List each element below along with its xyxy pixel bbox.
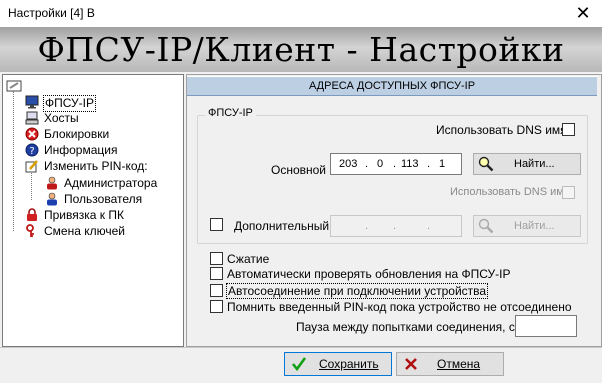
ip-octet: 113 — [401, 158, 419, 170]
banner: ФПСУ-IP/Клиент - Настройки — [0, 27, 602, 72]
auto-update-checkbox[interactable] — [210, 267, 223, 280]
tree-item-label: Привязка к ПК — [44, 208, 124, 222]
svg-text:?: ? — [29, 146, 34, 157]
ip-dot: . — [365, 158, 369, 170]
tree-connector — [31, 169, 32, 200]
magnifier-icon — [478, 218, 494, 234]
pause-input[interactable] — [515, 315, 577, 337]
ip-dot: . — [393, 220, 397, 232]
tree-item-label: Изменить PIN-код: — [44, 159, 148, 173]
tree-connector — [13, 91, 14, 231]
settings-root-icon — [6, 80, 22, 92]
primary-ip-input[interactable]: 203 . 0 . 113 . 1 — [330, 153, 462, 175]
footer-separator — [0, 347, 602, 348]
section-header: АДРЕСА ДОСТУПНЫХ ФПСУ-IP — [187, 76, 597, 96]
block-icon — [25, 127, 39, 141]
settings-tree[interactable]: ФПСУ-IP Хосты Блокировки ? Информация Из… — [2, 74, 184, 347]
user-icon — [47, 192, 57, 206]
info-icon: ? — [25, 143, 39, 157]
primary-label: Основной — [271, 163, 327, 177]
tree-item-label: Смена ключей — [44, 224, 125, 238]
use-dns-secondary-checkbox[interactable] — [562, 186, 575, 199]
auto-connect-checkbox[interactable] — [210, 284, 223, 297]
tree-item-label: Блокировки — [44, 127, 110, 141]
close-icon[interactable]: ✕ — [570, 1, 596, 25]
find-secondary-button[interactable]: Найти... — [473, 215, 581, 237]
ip-octet: 1 — [439, 158, 446, 170]
ip-octet: 203 — [339, 158, 358, 170]
find-button-label: Найти... — [514, 158, 555, 170]
lock-icon — [27, 208, 37, 221]
banner-title: ФПСУ-IP/Клиент - Настройки — [37, 30, 565, 69]
secondary-enable-checkbox[interactable] — [210, 218, 223, 231]
auto-update-label: Автоматически проверять обновления на ФП… — [227, 267, 511, 281]
compression-label: Сжатие — [227, 252, 270, 266]
ip-dot: . — [427, 158, 431, 170]
tree-item-label: Администратора — [64, 176, 158, 190]
use-dns-checkbox[interactable] — [562, 123, 575, 136]
key-icon — [26, 224, 34, 237]
find-button-label: Найти... — [514, 220, 555, 232]
window-title: Настройки [4] B — [8, 6, 95, 20]
group-label: ФПСУ-IP — [205, 107, 256, 119]
magnifier-icon — [478, 156, 494, 172]
tree-item-label: Пользователя — [64, 192, 143, 206]
edit-pin-icon — [25, 160, 38, 173]
use-dns-secondary-label: Использовать DNS имя — [450, 186, 570, 198]
checkmark-icon — [291, 357, 307, 372]
user-icon — [47, 176, 57, 190]
tree-item-label: Хосты — [44, 111, 79, 125]
use-dns-label: Использовать DNS имя — [436, 123, 567, 137]
tree-item-label: Информация — [44, 143, 118, 157]
compression-checkbox[interactable] — [210, 252, 223, 265]
title-bar: Настройки [4] B ✕ — [0, 0, 602, 27]
ip-dot: . — [427, 220, 431, 232]
cancel-button-label: Отмена — [437, 357, 481, 371]
find-primary-button[interactable]: Найти... — [473, 153, 581, 175]
save-button-label: Сохранить — [319, 357, 379, 371]
cancel-button[interactable]: Отмена — [396, 352, 504, 376]
cross-icon — [405, 358, 417, 370]
auto-connect-label: Автосоединение при подключении устройств… — [226, 283, 489, 299]
ip-dot: . — [365, 220, 369, 232]
save-button[interactable]: Сохранить — [284, 352, 392, 376]
ip-dot: . — [393, 158, 397, 170]
computer-icon — [25, 111, 39, 125]
remember-pin-label: Помнить введенный PIN-код пока устройств… — [227, 300, 572, 314]
tree-item-label: ФПСУ-IP — [43, 95, 96, 112]
pause-label: Пауза между попытками соединения, сек — [296, 320, 527, 334]
monitor-icon — [25, 95, 39, 109]
remember-pin-checkbox[interactable] — [210, 300, 223, 313]
secondary-label: Дополнительный — [234, 219, 330, 233]
secondary-ip-input[interactable]: . . . — [330, 215, 462, 237]
ip-octet: 0 — [377, 158, 384, 170]
